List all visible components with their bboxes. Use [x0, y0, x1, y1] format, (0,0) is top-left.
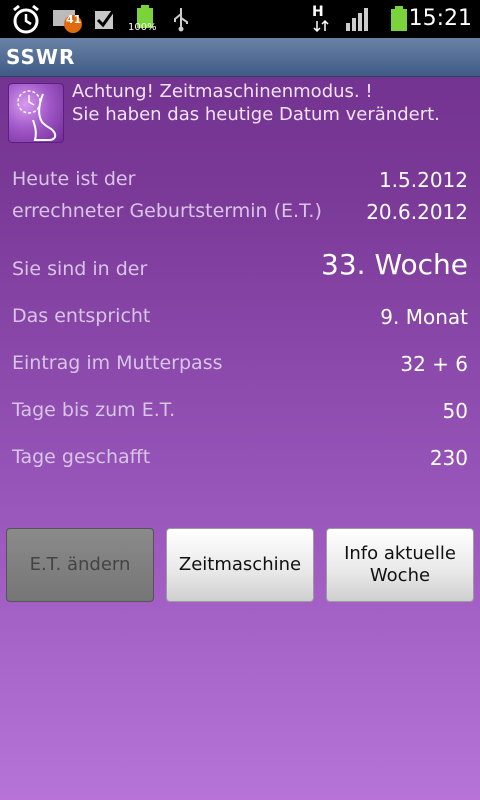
change-et-button-label: E.T. ändern: [29, 554, 131, 575]
row-days-done: Tage geschafft 230: [12, 446, 468, 478]
check-icon: [92, 4, 118, 34]
alarm-clock-icon: [8, 4, 44, 34]
battery-percent-label: 100%: [128, 22, 157, 33]
status-time: 15:21: [408, 6, 472, 31]
signal-bars-icon: [344, 4, 372, 34]
time-machine-button-label: Zeitmaschine: [178, 554, 302, 575]
row-value: 32 + 6: [400, 352, 468, 376]
notification-count-badge: 41: [66, 13, 82, 26]
row-label: Tage bis zum E.T.: [12, 399, 176, 421]
usb-icon: [170, 4, 192, 34]
row-label: Eintrag im Mutterpass: [12, 352, 223, 374]
pregnancy-clock-icon: [8, 83, 64, 143]
change-et-button[interactable]: E.T. ändern: [6, 528, 154, 602]
row-days-left: Tage bis zum E.T. 50: [12, 399, 468, 431]
row-value: 9. Monat: [380, 305, 468, 329]
info-button-line-1: Info aktuelle: [344, 543, 456, 564]
row-value: 50: [442, 399, 468, 423]
warning-line-2: Sie haben das heutige Datum verändert.: [72, 104, 440, 125]
app-title: SSWR: [6, 45, 76, 69]
row-label: Tage geschafft: [12, 446, 151, 468]
battery-icon: [388, 4, 410, 34]
row-due-date: errechneter Geburtstermin (E.T.) 20.6.20…: [12, 200, 468, 232]
info-button-line-2: Woche: [369, 565, 431, 586]
data-arrows-icon: [312, 18, 330, 34]
time-machine-warning: Achtung! Zeitmaschinenmodus. ! Sie haben…: [72, 80, 472, 126]
row-label: Sie sind in der: [12, 258, 148, 280]
row-value: 20.6.2012: [366, 200, 468, 224]
warning-line-1: Achtung! Zeitmaschinenmodus. !: [72, 81, 373, 102]
row-today: Heute ist der 1.5.2012: [12, 168, 468, 200]
row-label: Das entspricht: [12, 305, 151, 327]
status-bar: 41 100% H 15:21: [0, 0, 480, 38]
info-current-week-button[interactable]: Info aktuelle Woche: [326, 528, 474, 602]
row-mutterpass: Eintrag im Mutterpass 32 + 6: [12, 352, 468, 384]
row-value: 230: [429, 446, 468, 470]
row-month: Das entspricht 9. Monat: [12, 305, 468, 337]
time-machine-button[interactable]: Zeitmaschine: [166, 528, 314, 602]
title-bar: SSWR: [0, 38, 480, 77]
row-label: errechneter Geburtstermin (E.T.): [12, 200, 322, 222]
row-value: 33. Woche: [321, 248, 468, 281]
row-week: Sie sind in der 33. Woche: [12, 248, 468, 290]
row-label: Heute ist der: [12, 168, 136, 190]
row-value: 1.5.2012: [378, 168, 468, 192]
